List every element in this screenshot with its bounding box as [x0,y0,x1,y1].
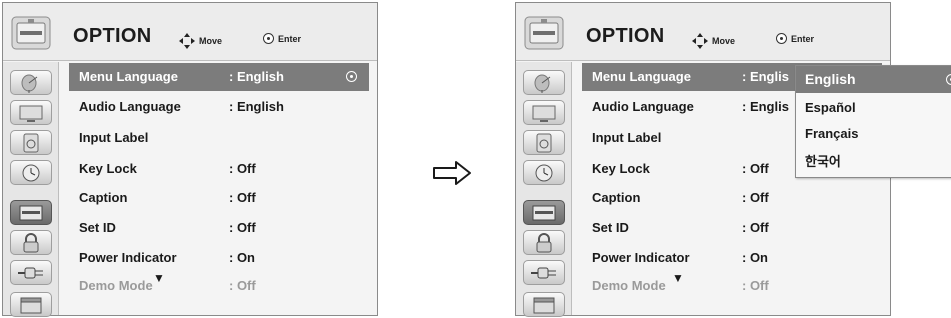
scroll-down-indicator[interactable]: ▼ [672,271,684,285]
row-label: Menu Language [79,69,178,84]
move-hint: Move [179,33,222,49]
input-label-row[interactable]: Input Label [69,124,369,152]
menu-language-row[interactable]: Menu Language : English [69,63,369,91]
speaker-icon[interactable] [10,130,52,155]
page-title: OPTION [586,25,665,47]
row-label: Power Indicator [592,250,690,265]
move-hint: Move [692,33,735,49]
category-sidebar [3,62,59,317]
language-option-korean[interactable]: 한국어 [796,146,951,170]
tv-picture-icon[interactable] [10,100,52,125]
menu-header: OPTION Move Enter [3,3,377,61]
row-value: : Off [742,278,769,293]
caption-row[interactable]: Caption : Off [69,184,369,212]
enter-hint-label: Enter [791,33,815,44]
row-label: Input Label [592,130,662,145]
option-label: English [805,71,856,87]
right-arrow-icon [433,161,471,185]
enter-hint: Enter [776,33,814,44]
set-id-row[interactable]: Set ID : Off [582,214,882,242]
language-option-francais[interactable]: Français [796,121,951,145]
page-title: OPTION [73,25,152,47]
row-label: Caption [592,190,641,205]
option-toolbox-icon [11,16,51,50]
clock-icon[interactable] [10,160,52,185]
input-plug-icon[interactable] [523,260,565,285]
row-label: Power Indicator [79,250,177,265]
row-label: Key Lock [592,161,650,176]
row-value: : Englis [742,99,789,114]
option-toolbox-icon[interactable] [10,200,52,225]
option-menu-panel-before: OPTION Move Enter Menu Language : Englis… [2,2,378,317]
media-clapper-icon[interactable] [523,292,565,317]
lock-icon[interactable] [10,230,52,255]
row-label: Input Label [79,130,149,145]
row-value: : On [742,250,768,265]
directional-pad-icon [179,33,195,49]
category-sidebar [516,62,572,317]
option-label: Français [805,126,859,141]
row-value: : Off [229,220,256,235]
enter-hint-label: Enter [278,33,302,44]
media-clapper-icon[interactable] [10,292,52,317]
row-value: : English [229,69,284,84]
demo-mode-row: Demo Mode : Off [582,272,882,300]
selected-radio-icon [946,74,951,85]
menu-header: OPTION Move Enter [516,3,890,61]
row-label: Audio Language [592,99,694,114]
row-value: : Englis [742,69,789,84]
option-label: 한국어 [805,154,841,169]
language-dropdown: English Español Français 한국어 [795,65,951,178]
row-label: Set ID [79,220,116,235]
row-label: Caption [79,190,128,205]
audio-language-row[interactable]: Audio Language : English [69,93,369,121]
ok-button-icon [776,33,787,44]
power-indicator-row[interactable]: Power Indicator : On [69,244,369,272]
power-indicator-row[interactable]: Power Indicator : On [582,244,882,272]
row-value: : Off [229,161,256,176]
row-value: : Off [742,190,769,205]
selected-radio-icon [346,71,357,82]
row-label: Key Lock [79,161,137,176]
row-label: Demo Mode [592,278,666,293]
enter-hint: Enter [263,33,301,44]
clock-icon[interactable] [523,160,565,185]
input-plug-icon[interactable] [10,260,52,285]
row-value: : Off [742,220,769,235]
satellite-dish-icon[interactable] [10,70,52,95]
directional-pad-icon [692,33,708,49]
language-option-english[interactable]: English [796,66,951,93]
option-toolbox-icon [524,16,564,50]
option-toolbox-icon[interactable] [523,200,565,225]
row-label: Demo Mode [79,278,153,293]
demo-mode-row: Demo Mode : Off [69,272,369,300]
row-value: : Off [229,278,256,293]
tv-picture-icon[interactable] [523,100,565,125]
row-label: Audio Language [79,99,181,114]
key-lock-row[interactable]: Key Lock : Off [69,155,369,183]
row-label: Set ID [592,220,629,235]
speaker-icon[interactable] [523,130,565,155]
option-label: Español [805,100,856,115]
lock-icon[interactable] [523,230,565,255]
row-label: Menu Language [592,69,691,84]
language-option-espanol[interactable]: Español [796,95,951,119]
move-hint-label: Move [199,36,223,46]
ok-button-icon [263,33,274,44]
row-value: : Off [742,161,769,176]
row-value: : On [229,250,255,265]
row-value: : English [229,99,284,114]
scroll-down-indicator[interactable]: ▼ [153,271,165,285]
row-value: : Off [229,190,256,205]
caption-row[interactable]: Caption : Off [582,184,882,212]
option-menu-panel-after: OPTION Move Enter Menu Language : Englis… [515,2,951,317]
set-id-row[interactable]: Set ID : Off [69,214,369,242]
satellite-dish-icon[interactable] [523,70,565,95]
move-hint-label: Move [712,36,736,46]
